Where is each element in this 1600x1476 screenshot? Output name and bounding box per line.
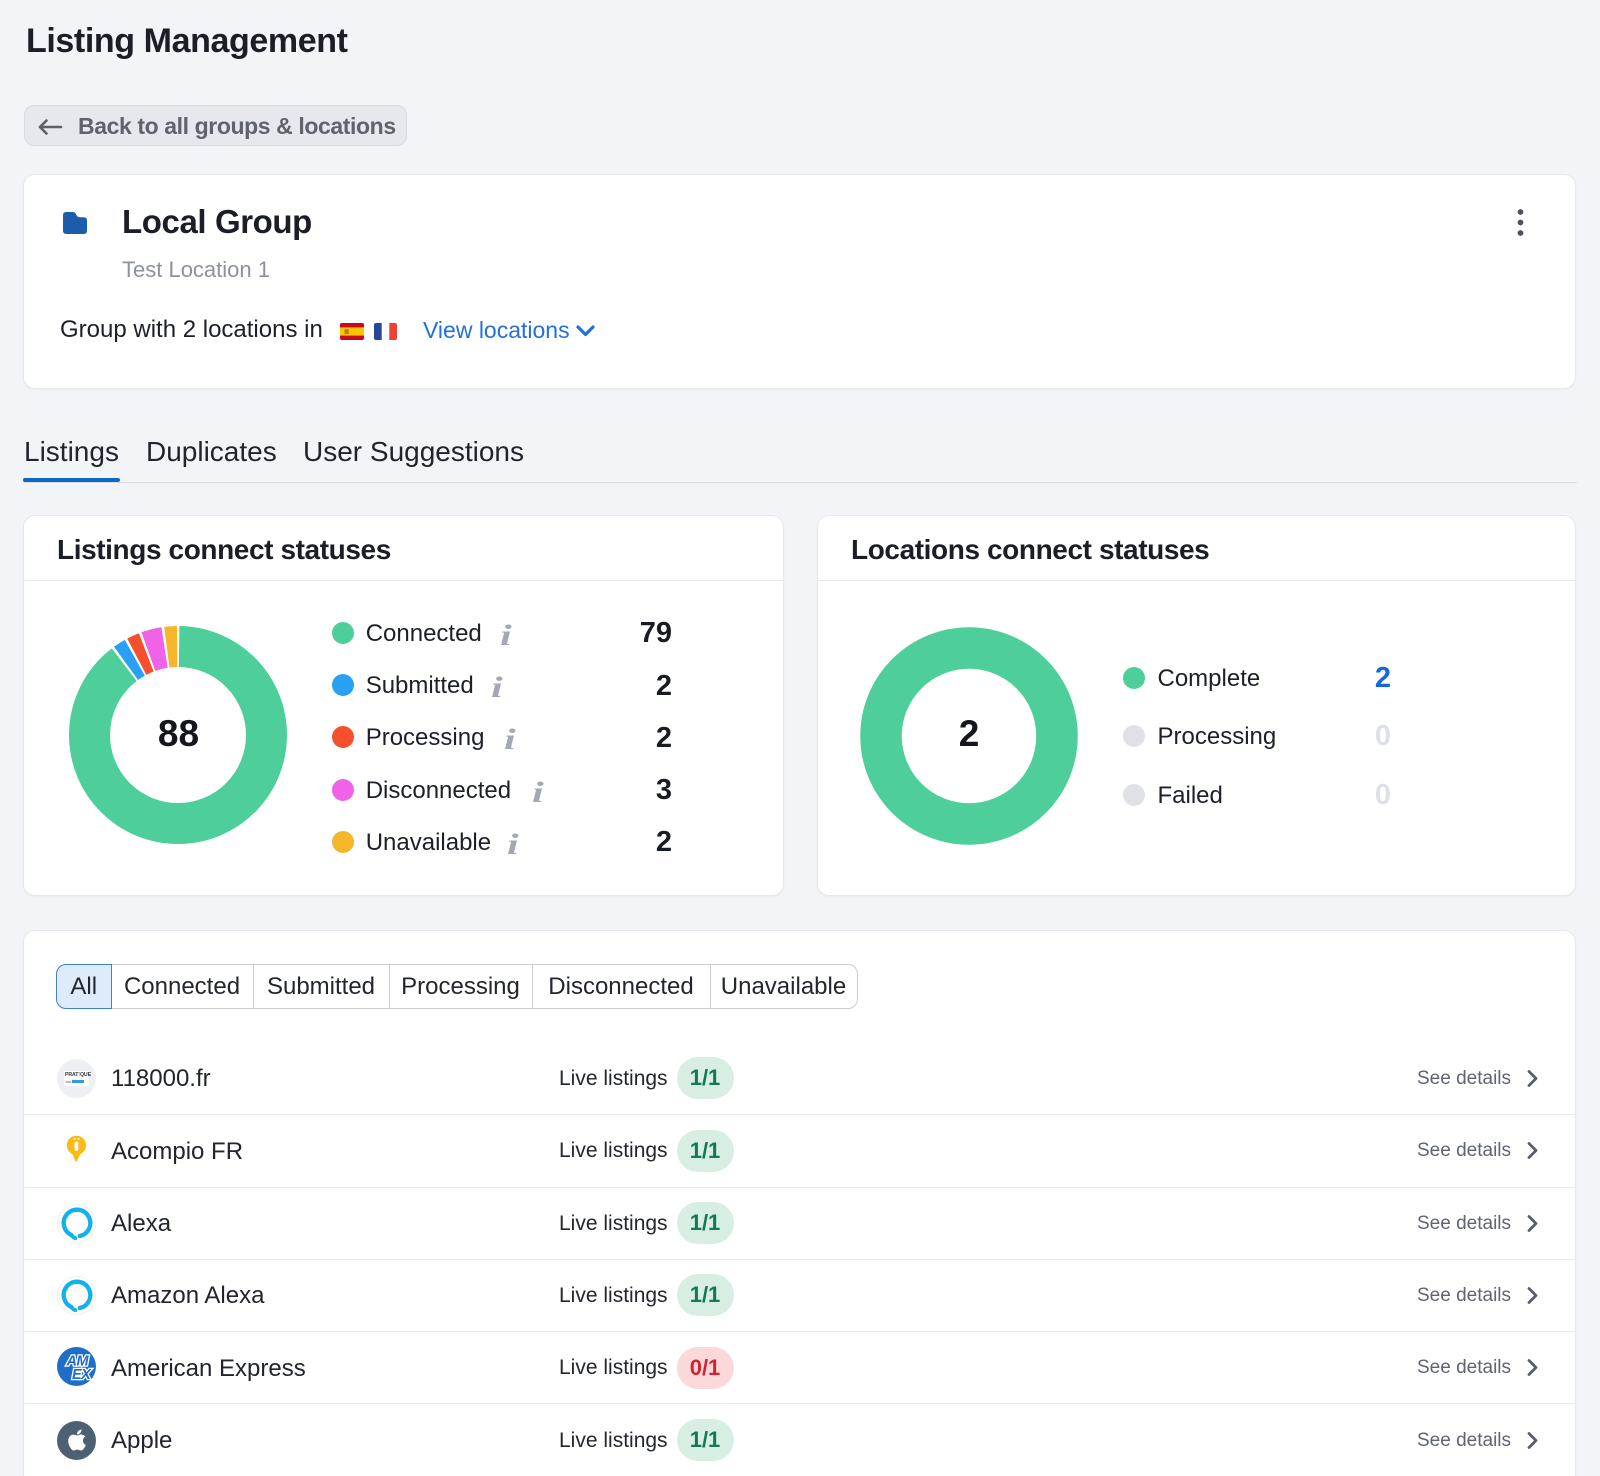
svg-text:EX: EX (72, 1367, 92, 1383)
